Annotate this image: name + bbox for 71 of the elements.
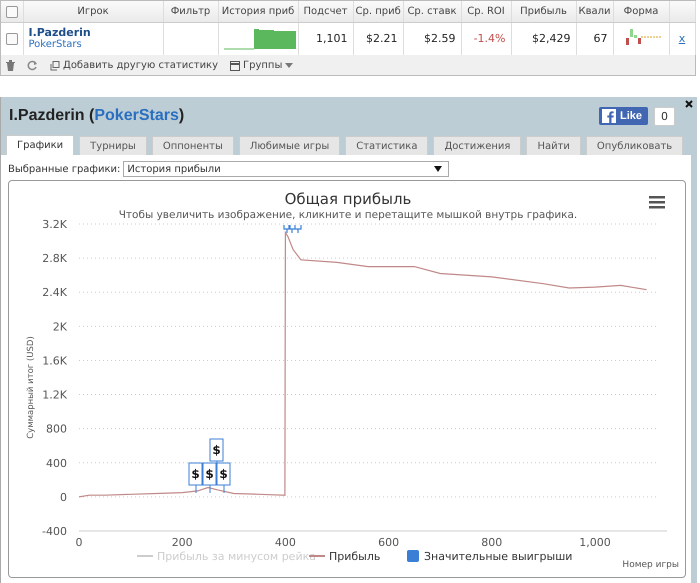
y-tick-label: 800: [46, 422, 67, 436]
column-header[interactable]: Квали: [576, 1, 613, 22]
table-cell: 67: [576, 22, 613, 54]
tab[interactable]: Любимые игры: [238, 136, 340, 155]
column-header[interactable]: Ср. ставк: [403, 1, 461, 22]
y-tick-label: 1.6K: [42, 354, 67, 368]
y-tick-label: 2.8K: [42, 252, 67, 266]
x-tick-label: 200: [172, 536, 193, 549]
y-tick-label: -400: [42, 525, 67, 538]
column-header[interactable]: Прибыль: [511, 1, 576, 22]
form-drawing: [624, 27, 664, 48]
column-header[interactable]: Ср. ROI: [461, 1, 511, 22]
x-tick-label: 600: [378, 536, 400, 549]
site-link[interactable]: PokerStars: [28, 38, 158, 51]
column-header[interactable]: Игрок: [23, 1, 163, 22]
tab[interactable]: Найти: [526, 136, 581, 155]
column-header[interactable]: Ср. приб: [353, 1, 403, 22]
tab[interactable]: Опубликовать: [586, 136, 684, 155]
player-title: I.Pazderin (: [9, 107, 94, 125]
chart-title: Общая прибыль: [284, 190, 412, 208]
tab[interactable]: Графики: [6, 135, 74, 155]
chart-select[interactable]: История прибыли: [123, 161, 450, 177]
axis-title: Номер игры: [622, 560, 679, 570]
select-label: Выбранные графики:: [8, 164, 120, 174]
legend-item[interactable]: Значительные выигрыши: [424, 550, 572, 563]
column-header[interactable]: Форма: [613, 1, 669, 22]
x-tick-label: 400: [274, 536, 296, 549]
legend-item[interactable]: Прибыль: [329, 550, 380, 563]
x-tick-label: 1,000: [579, 536, 611, 549]
table-icon: [230, 60, 240, 70]
title-paren: ): [178, 107, 184, 125]
x-tick-label: 0: [76, 536, 82, 549]
refresh-icon[interactable]: [27, 60, 38, 71]
y-tick-label: 2.4K: [42, 286, 67, 300]
x-tick-label: 800: [481, 536, 502, 549]
column-header[interactable]: Фильтр: [163, 1, 218, 22]
table-cell: -1.4%: [461, 22, 511, 54]
like-button[interactable]: Like: [598, 107, 648, 125]
column-header[interactable]: История приб: [218, 1, 298, 22]
player-link[interactable]: I.Pazderin: [28, 26, 158, 39]
remove-link[interactable]: x: [669, 22, 695, 54]
table-cell: $2.59: [403, 22, 461, 54]
y-tick-label: 400: [46, 456, 67, 470]
checkbox[interactable]: [6, 6, 18, 18]
toolbar-link[interactable]: Группы: [243, 60, 282, 71]
profit-sparkline: [224, 28, 296, 50]
facebook-logo-icon: [602, 109, 616, 123]
table-cell: 1,101: [298, 22, 353, 54]
tab[interactable]: Достижения: [433, 136, 522, 155]
table-cell: $2,429: [511, 22, 576, 54]
y-tick-label: 3.2K: [42, 218, 67, 231]
table-cell: $2.21: [353, 22, 403, 54]
like-count: 0: [654, 106, 675, 126]
column-header[interactable]: Подсчет: [298, 1, 353, 22]
copy-icon: [50, 60, 60, 70]
menu-icon[interactable]: [649, 196, 665, 208]
close-icon[interactable]: [685, 100, 693, 108]
toolbar-link[interactable]: Добавить другую статистику: [63, 60, 218, 71]
tab[interactable]: Статистика: [345, 136, 428, 155]
caret-icon: [285, 63, 294, 68]
y-tick-label: 1.2K: [42, 388, 67, 402]
tab[interactable]: Турниры: [79, 136, 147, 155]
tab[interactable]: Оппоненты: [152, 136, 234, 155]
trash-icon[interactable]: [6, 60, 15, 71]
chart-hint: Чтобы увеличить изображение, кликните и перетащите мышкой внутрь графика.: [118, 209, 578, 221]
axis-title: Суммарный итог (USD): [26, 336, 36, 439]
flag-markers-drawing: [283, 224, 302, 234]
y-tick-label: 0: [60, 490, 67, 504]
y-tick-label: 2K: [52, 320, 67, 334]
checkbox[interactable]: [6, 33, 18, 46]
caret-icon: [434, 166, 442, 172]
